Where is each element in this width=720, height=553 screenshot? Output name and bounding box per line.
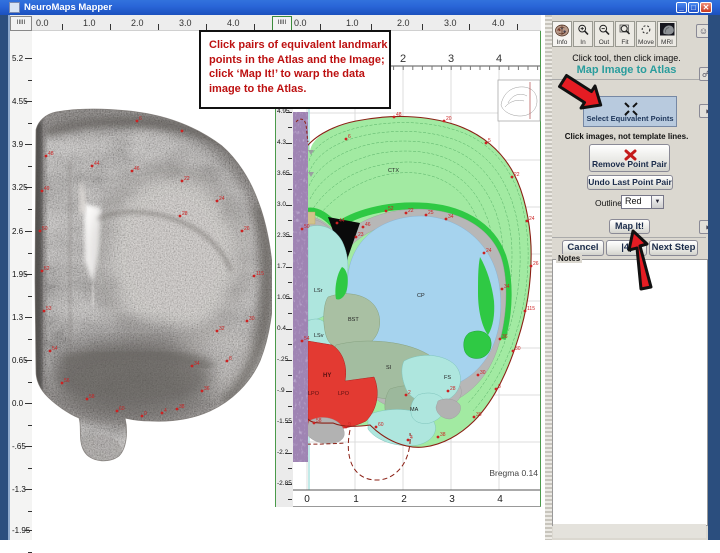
svg-text:46: 46 bbox=[365, 222, 371, 228]
svg-text:28: 28 bbox=[450, 386, 456, 392]
svg-text:26: 26 bbox=[533, 261, 539, 267]
svg-text:24: 24 bbox=[486, 248, 492, 254]
svg-text:49: 49 bbox=[44, 186, 50, 192]
svg-text:9: 9 bbox=[348, 422, 351, 428]
svg-text:54: 54 bbox=[52, 346, 58, 352]
svg-text:2: 2 bbox=[401, 494, 407, 505]
svg-text:53: 53 bbox=[46, 306, 52, 312]
svg-text:22: 22 bbox=[514, 172, 520, 178]
svg-text:CTX: CTX bbox=[388, 168, 399, 174]
svg-text:4: 4 bbox=[164, 408, 167, 414]
svg-text:0: 0 bbox=[304, 494, 310, 505]
svg-text:34: 34 bbox=[448, 214, 454, 220]
svg-text:4: 4 bbox=[496, 53, 502, 65]
svg-text:HY: HY bbox=[323, 373, 331, 379]
svg-text:50: 50 bbox=[304, 224, 310, 230]
svg-text:38: 38 bbox=[440, 432, 446, 438]
svg-text:6: 6 bbox=[348, 134, 351, 140]
svg-text:30: 30 bbox=[249, 316, 255, 322]
svg-text:56: 56 bbox=[64, 378, 70, 384]
svg-text:44: 44 bbox=[94, 161, 100, 167]
svg-text:5: 5 bbox=[488, 138, 491, 144]
svg-text:23: 23 bbox=[358, 232, 364, 238]
svg-text:FS: FS bbox=[444, 375, 451, 381]
svg-text:24: 24 bbox=[219, 196, 225, 202]
svg-text:38: 38 bbox=[179, 404, 185, 410]
svg-text:LPO: LPO bbox=[308, 391, 320, 397]
svg-text:2: 2 bbox=[400, 53, 406, 65]
svg-text:8: 8 bbox=[498, 384, 501, 390]
svg-text:9: 9 bbox=[144, 411, 147, 417]
svg-text:52: 52 bbox=[388, 206, 394, 212]
svg-text:58: 58 bbox=[89, 394, 95, 400]
svg-text:34: 34 bbox=[194, 361, 200, 367]
svg-text:6: 6 bbox=[139, 116, 142, 122]
svg-text:36: 36 bbox=[502, 334, 508, 340]
svg-text:LSv: LSv bbox=[314, 333, 324, 339]
svg-text:26: 26 bbox=[244, 226, 250, 232]
svg-text:SI: SI bbox=[386, 365, 392, 371]
svg-text:28: 28 bbox=[182, 211, 188, 217]
svg-text:LSr: LSr bbox=[314, 288, 323, 294]
svg-text:3: 3 bbox=[448, 53, 454, 65]
svg-text:4: 4 bbox=[497, 494, 503, 505]
svg-text:2: 2 bbox=[408, 390, 411, 396]
svg-text:MA: MA bbox=[410, 407, 419, 413]
svg-text:46: 46 bbox=[134, 166, 140, 172]
svg-text:58: 58 bbox=[316, 418, 322, 424]
svg-text:22: 22 bbox=[184, 176, 190, 182]
svg-text:1: 1 bbox=[353, 494, 359, 505]
svg-text:36: 36 bbox=[476, 412, 482, 418]
svg-text:BST: BST bbox=[348, 317, 359, 323]
svg-text:60: 60 bbox=[119, 406, 125, 412]
svg-text:52: 52 bbox=[44, 266, 50, 272]
svg-text:115: 115 bbox=[256, 271, 264, 277]
svg-text:20: 20 bbox=[446, 116, 452, 122]
svg-text:34: 34 bbox=[504, 284, 510, 290]
svg-text:22: 22 bbox=[408, 208, 414, 214]
svg-text:54: 54 bbox=[304, 336, 310, 342]
svg-text:36: 36 bbox=[204, 386, 210, 392]
svg-text:48: 48 bbox=[396, 112, 402, 118]
svg-text:24: 24 bbox=[529, 216, 535, 222]
svg-text:60: 60 bbox=[378, 422, 384, 428]
svg-text:30: 30 bbox=[515, 346, 521, 352]
svg-text:115: 115 bbox=[527, 306, 535, 312]
svg-text:Bregma 0.14: Bregma 0.14 bbox=[489, 468, 538, 478]
svg-text:LPO: LPO bbox=[338, 391, 350, 397]
svg-text:CP: CP bbox=[417, 293, 425, 299]
svg-text:48: 48 bbox=[48, 151, 54, 157]
svg-text:44: 44 bbox=[339, 218, 345, 224]
svg-text:50: 50 bbox=[42, 226, 48, 232]
svg-text:25: 25 bbox=[428, 210, 434, 216]
svg-text:4: 4 bbox=[410, 435, 413, 441]
svg-text:30: 30 bbox=[480, 370, 486, 376]
svg-text:8: 8 bbox=[229, 356, 232, 362]
svg-text:3: 3 bbox=[449, 494, 455, 505]
svg-text:32: 32 bbox=[219, 326, 225, 332]
